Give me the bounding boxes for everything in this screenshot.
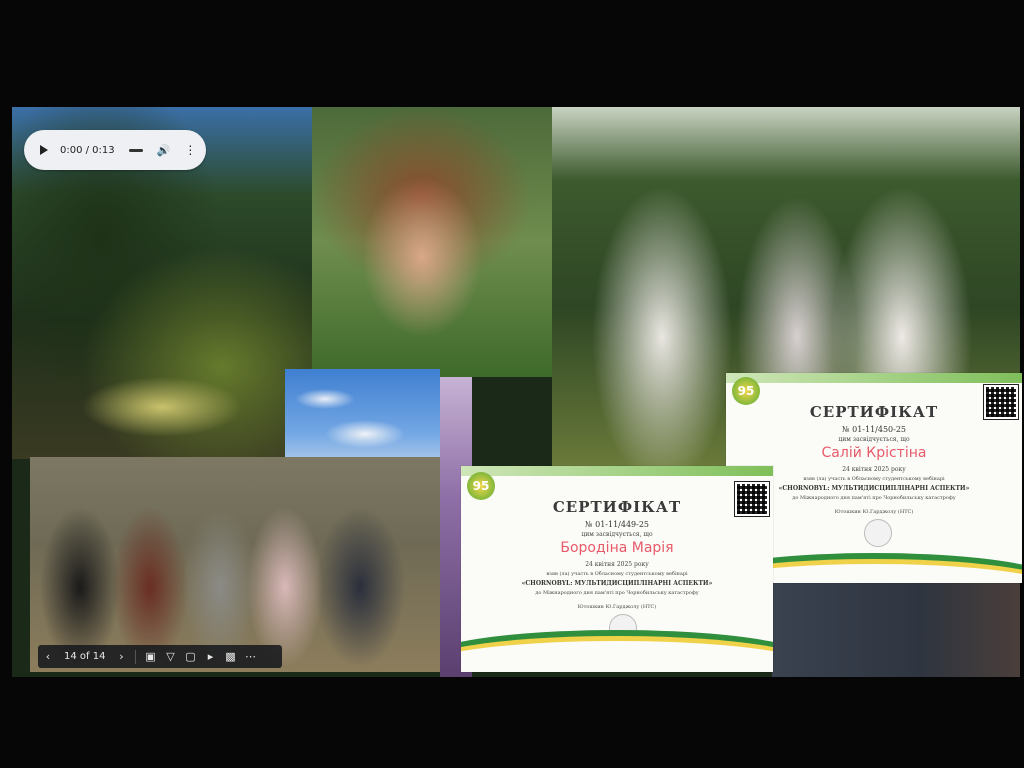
- cert-number: № 01-11/450-25: [841, 425, 907, 434]
- prev-icon[interactable]: ‹: [38, 650, 58, 663]
- cert-line4: Ютошкин Ю.Гарджолу (НТС): [577, 604, 657, 610]
- cert-subtitle: цим засвідчується, що: [581, 531, 653, 538]
- cert-event-title: «CHORNOBYL: МУЛЬТИДИСЦИПЛІНАРНІ АСПЕКТИ»: [521, 580, 713, 587]
- more-vert-icon[interactable]: ⋮: [184, 143, 196, 157]
- toolbar-divider: [135, 649, 137, 664]
- video-icon[interactable]: ▸: [200, 650, 220, 663]
- viewer-toolbar: ‹ 14 of 14 › ▣ ▽ ▢ ▸ ▩ ⋯: [38, 645, 282, 668]
- photo-group-planting: [30, 457, 440, 672]
- cert-number: № 01-11/449-25: [584, 520, 650, 529]
- slides-icon[interactable]: ▣: [140, 650, 160, 663]
- filter-icon[interactable]: ▽: [160, 650, 180, 663]
- photo-sky: [285, 369, 440, 461]
- cert-top-band: [461, 466, 773, 476]
- play-icon[interactable]: [40, 145, 48, 155]
- anniversary-badge: 95: [732, 377, 760, 405]
- cert-wave-white: [461, 641, 773, 672]
- cert-recipient-name: Бородіна Марія: [560, 540, 674, 556]
- audio-player[interactable]: 0:00 / 0:13 🔊 ⋮: [24, 130, 206, 170]
- anniversary-badge: 95: [467, 472, 495, 500]
- more-icon[interactable]: ⋯: [240, 650, 260, 663]
- cert-top-band: [726, 373, 1022, 383]
- photo-bottom-right: [772, 583, 1020, 677]
- cert-line1: взяв (ла) участь в Обласному студентсько…: [546, 571, 688, 577]
- cert-date: 24 квітня 2025 року: [585, 561, 649, 568]
- certificate-left: 95 СЕРТИФІКАТ № 01-11/449-25 цим засвідч…: [461, 466, 773, 672]
- cert-line3: до Міжнародного дня пам'яті про Чорнобил…: [535, 590, 699, 596]
- page-counter: 14 of 14: [64, 651, 106, 662]
- audio-time: 0:00 / 0:13: [60, 144, 115, 156]
- volume-icon[interactable]: 🔊: [157, 144, 171, 157]
- cert-subtitle: цим засвідчується, що: [838, 436, 910, 443]
- next-icon[interactable]: ›: [111, 650, 131, 663]
- photo-girl-profile: [312, 107, 552, 377]
- progress-bar[interactable]: [128, 148, 143, 152]
- crop-off-icon[interactable]: ▢: [180, 650, 200, 663]
- cert-seal: [864, 519, 892, 547]
- cert-title: СЕРТИФІКАТ: [552, 498, 682, 516]
- cert-recipient-name: Салій Крістіна: [821, 445, 927, 461]
- present-icon[interactable]: ▩: [220, 650, 240, 663]
- cert-title: СЕРТИФІКАТ: [809, 403, 939, 421]
